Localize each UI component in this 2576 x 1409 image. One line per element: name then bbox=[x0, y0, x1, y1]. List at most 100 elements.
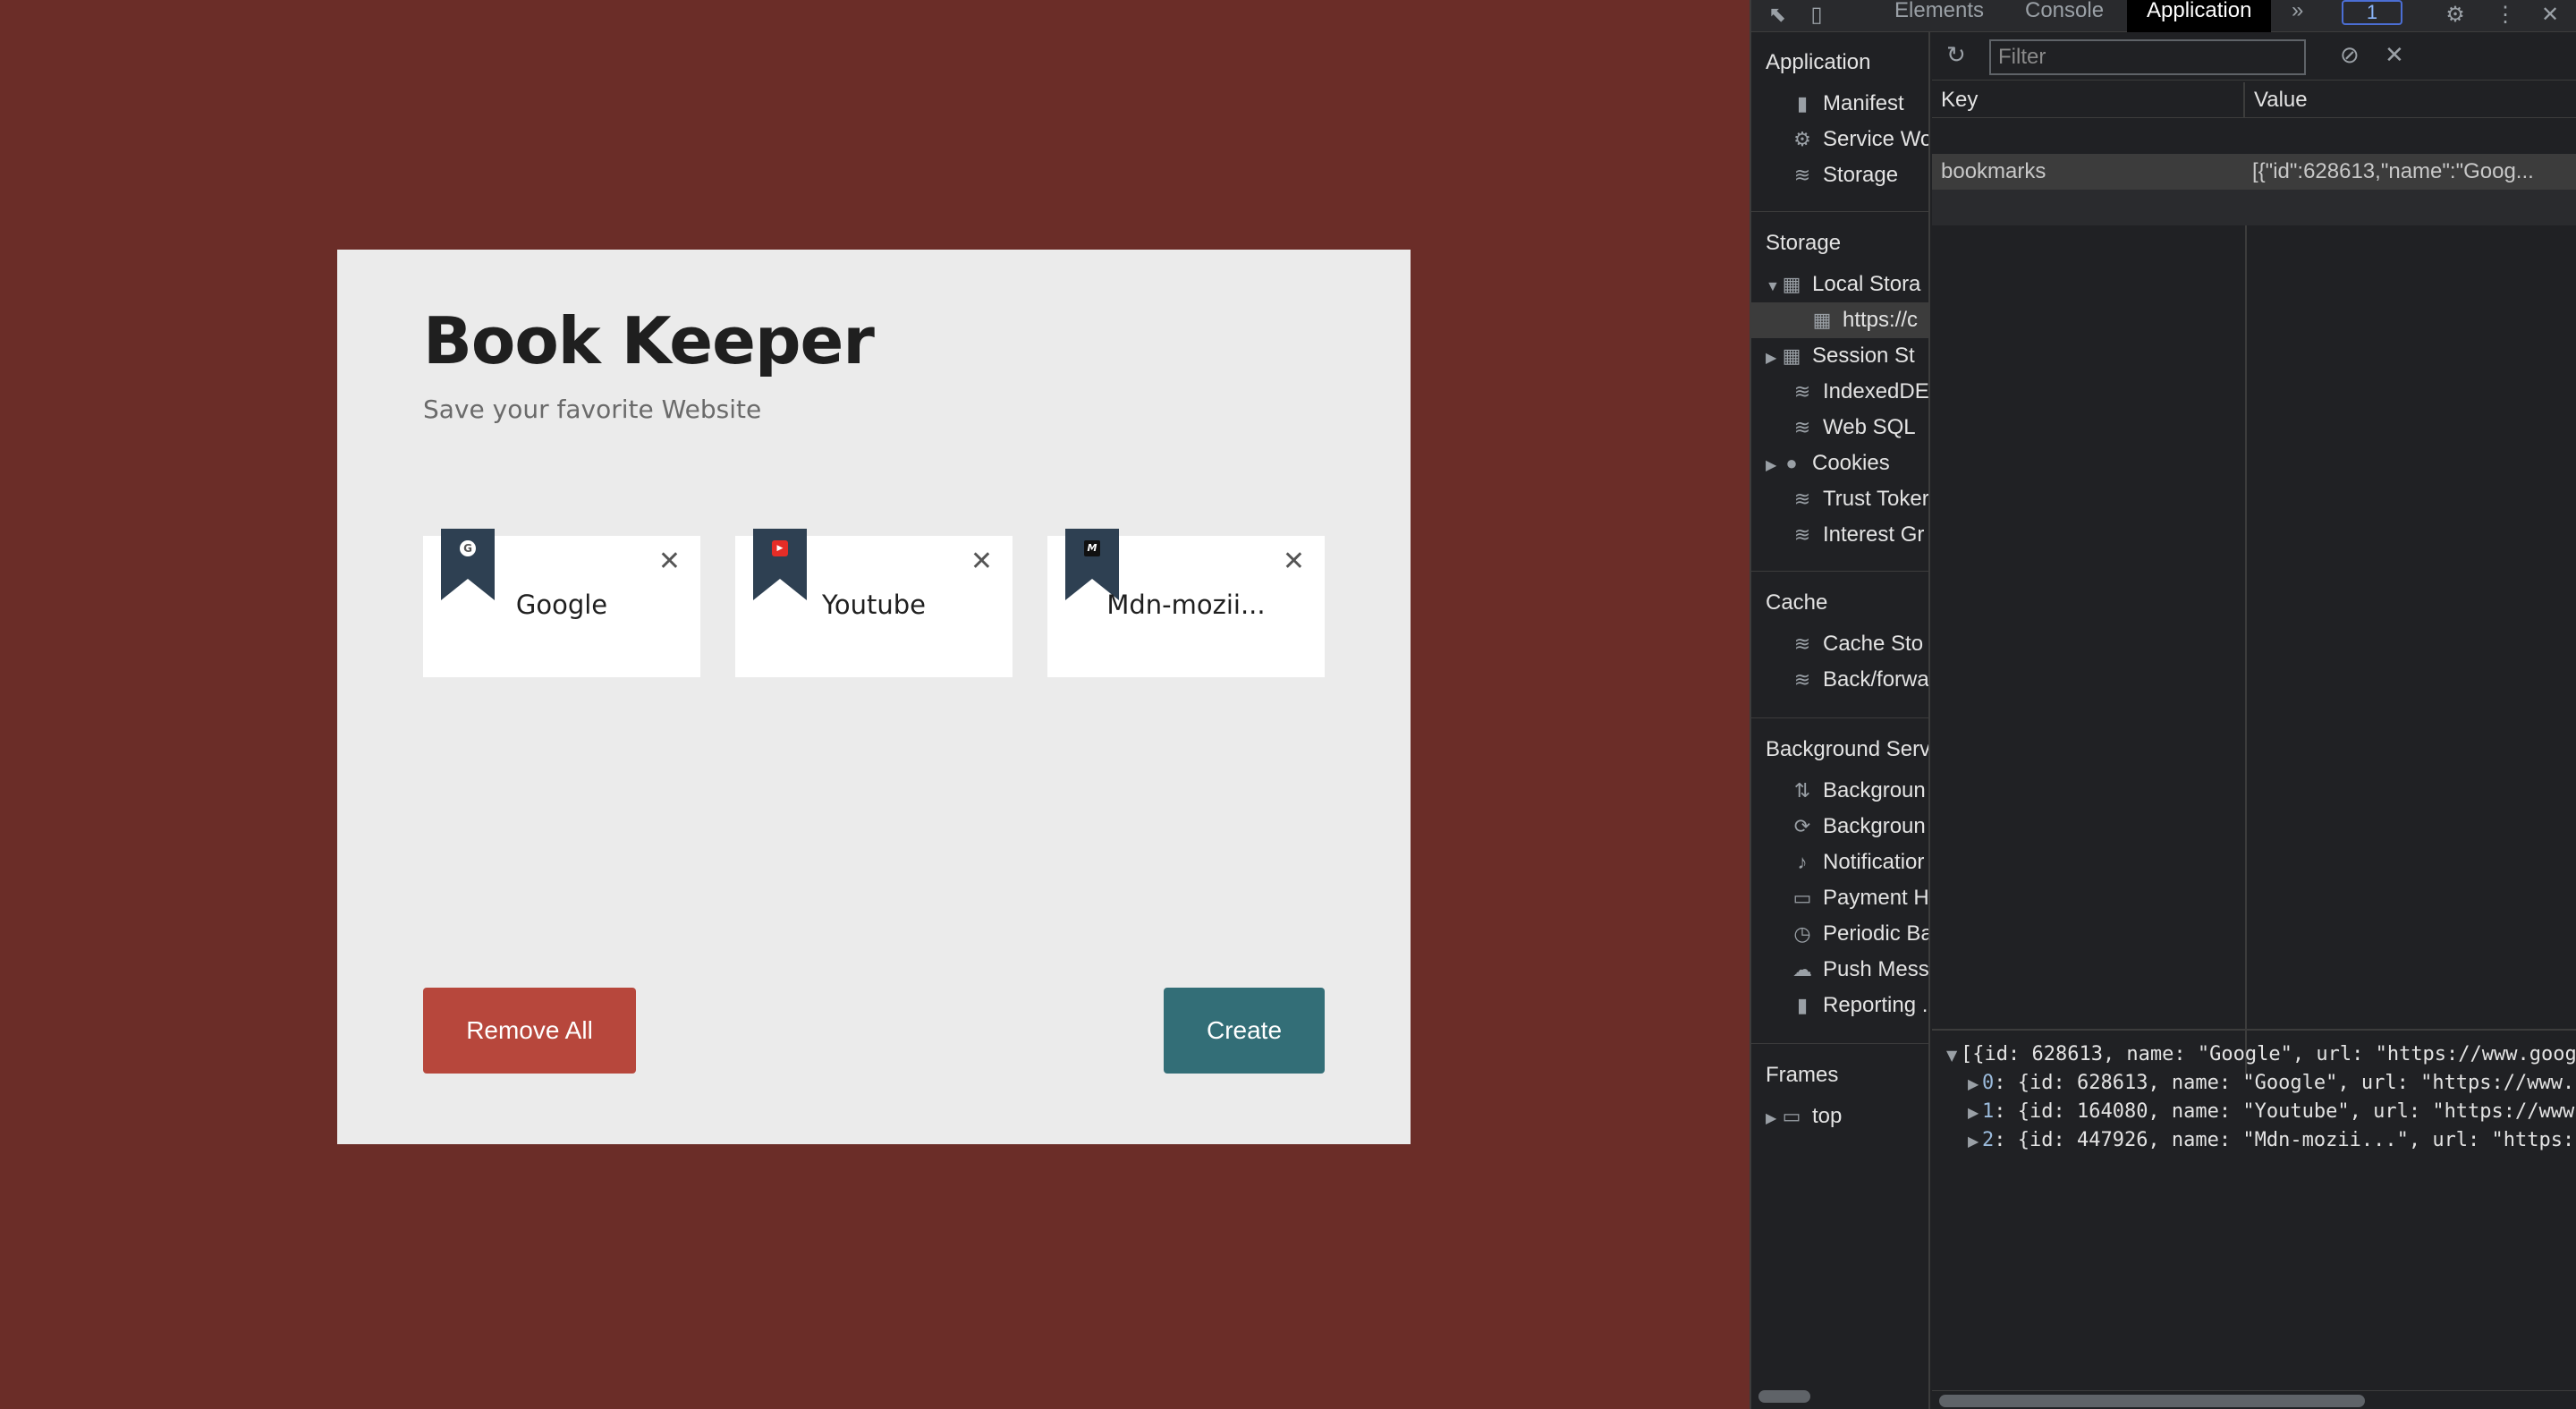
value-preview: ▼ [{id: 628613, name: "Google", url: "htt… bbox=[1932, 1029, 2576, 1409]
remove-all-button[interactable]: Remove All bbox=[423, 988, 636, 1074]
storage-table: Key Value bookmarks [{"id":628613,"name"… bbox=[1932, 82, 2576, 1079]
sidebar-section-background-services: Background Serv bbox=[1766, 737, 1930, 761]
collapse-arrow-icon[interactable]: ▼ bbox=[1946, 1047, 1961, 1064]
database-icon: ≋ bbox=[1793, 416, 1811, 438]
expand-arrow-icon[interactable]: ▶ bbox=[1766, 341, 1780, 377]
preview-item[interactable]: ▶ 2: {id: 447926, name: "Mdn-mozii...", u… bbox=[1968, 1129, 2574, 1151]
kebab-menu-icon[interactable]: ⋮ bbox=[2494, 4, 2517, 27]
inspect-element-icon[interactable]: ⬉ bbox=[1766, 4, 1789, 27]
table-grid-icon: ▦ bbox=[1812, 309, 1832, 331]
application-sidebar: Application ▮ Manifest ⚙ Service Wo ≋ Stora… bbox=[1751, 32, 1930, 1409]
database-icon: ≋ bbox=[1793, 632, 1811, 655]
sidebar-item-frame-top[interactable]: ▶ ▭ top bbox=[1766, 1099, 1842, 1134]
sidebar-item-reporting-api[interactable]: ▮ Reporting . bbox=[1791, 988, 1928, 1023]
sidebar-item-trust-tokens[interactable]: ≋ Trust Toker bbox=[1791, 481, 1928, 517]
file-icon: ▮ bbox=[1796, 92, 1809, 115]
delete-bookmark-button[interactable]: ✕ bbox=[970, 548, 993, 575]
sidebar-item-cache-storage[interactable]: ≋ Cache Sto bbox=[1791, 626, 1923, 662]
cookie-icon: ● bbox=[1785, 452, 1798, 474]
row-key[interactable]: bookmarks bbox=[1932, 154, 2245, 190]
database-icon: ≋ bbox=[1793, 164, 1811, 186]
preview-root[interactable]: ▼ [{id: 628613, name: "Google", url: "htt… bbox=[1946, 1043, 2576, 1065]
sidebar-item-session-storage[interactable]: ▶ ▦ Session St bbox=[1766, 338, 1915, 374]
bookmark-name[interactable]: Mdn-mozii... bbox=[1047, 590, 1325, 620]
sidebar-item-service-workers[interactable]: ⚙ Service Wo bbox=[1791, 122, 1928, 157]
devtools-toolbar: ⬉ ▯ Elements Console Application » 1 ⚙ ⋮… bbox=[1751, 0, 2576, 32]
sidebar-section-application: Application bbox=[1766, 50, 1871, 74]
storage-toolbar: ↻ ⊘ ✕ bbox=[1932, 32, 2576, 81]
bookmark-name[interactable]: Google bbox=[423, 590, 700, 620]
devtools-panel: ⬉ ▯ Elements Console Application » 1 ⚙ ⋮… bbox=[1750, 0, 2576, 1409]
column-header-value[interactable]: Value bbox=[2245, 82, 2576, 118]
web-page: Book Keeper Save your favorite Website G… bbox=[0, 0, 1750, 1409]
table-grid-icon: ▦ bbox=[1782, 344, 1801, 367]
file-icon: ▮ bbox=[1796, 994, 1809, 1016]
bookmark-card-youtube[interactable]: ▶ ✕ Youtube bbox=[735, 529, 1013, 677]
google-favicon-icon: G bbox=[460, 540, 476, 556]
tab-console[interactable]: Console bbox=[2025, 0, 2104, 32]
sidebar-section-storage: Storage bbox=[1766, 231, 1842, 255]
issues-count: 1 bbox=[2366, 1, 2378, 23]
sidebar-item-notifications[interactable]: ♪ Notificatior bbox=[1791, 845, 1925, 880]
tab-elements[interactable]: Elements bbox=[1894, 0, 1984, 32]
database-icon: ≋ bbox=[1793, 523, 1811, 546]
sidebar-item-payment-handler[interactable]: ▭ Payment H bbox=[1791, 880, 1928, 916]
sidebar-item-manifest[interactable]: ▮ Manifest bbox=[1791, 86, 1904, 122]
settings-gear-icon[interactable]: ⚙ bbox=[2444, 4, 2467, 27]
frame-window-icon: ▭ bbox=[1782, 1105, 1801, 1127]
refresh-icon[interactable]: ↻ bbox=[1946, 41, 1966, 69]
expand-arrow-icon[interactable]: ▶ bbox=[1766, 448, 1780, 484]
gear-icon: ⚙ bbox=[1793, 128, 1811, 150]
sidebar-section-cache: Cache bbox=[1766, 590, 1828, 615]
sidebar-item-background-sync[interactable]: ⟳ Backgroun bbox=[1791, 809, 1926, 845]
sidebar-item-web-sql[interactable]: ≋ Web SQL bbox=[1791, 410, 1916, 446]
device-toolbar-icon[interactable]: ▯ bbox=[1805, 4, 1828, 27]
scrollbar-thumb[interactable] bbox=[1939, 1395, 2365, 1407]
table-row-empty[interactable] bbox=[1932, 190, 2576, 225]
sidebar-item-periodic-sync[interactable]: ◷ Periodic Ba bbox=[1791, 916, 1928, 952]
expand-arrow-icon[interactable]: ▼ bbox=[1766, 269, 1780, 305]
expand-arrow-icon[interactable]: ▶ bbox=[1766, 1101, 1780, 1137]
close-devtools-icon[interactable]: ✕ bbox=[2538, 4, 2562, 27]
sidebar-section-frames: Frames bbox=[1766, 1063, 1839, 1087]
preview-item[interactable]: ▶ 1: {id: 164080, name: "Youtube", url: "… bbox=[1968, 1100, 2574, 1123]
more-tabs-icon[interactable]: » bbox=[2292, 0, 2303, 32]
bookmark-name[interactable]: Youtube bbox=[735, 590, 1013, 620]
up-down-arrows-icon: ⇅ bbox=[1793, 779, 1811, 802]
bookmark-card-mdn[interactable]: M ✕ Mdn-mozii... bbox=[1047, 529, 1325, 677]
sidebar-item-storage[interactable]: ≋ Storage bbox=[1791, 157, 1898, 193]
expand-arrow-icon[interactable]: ▶ bbox=[1968, 1075, 1982, 1092]
sidebar-item-local-storage[interactable]: ▼ ▦ Local Stora bbox=[1766, 267, 1920, 302]
preview-item[interactable]: ▶ 0: {id: 628613, name: "Google", url: "h… bbox=[1968, 1072, 2574, 1094]
clear-all-icon[interactable]: ⊘ bbox=[2340, 41, 2360, 69]
row-value[interactable]: [{"id":628613,"name":"Goog... bbox=[2245, 154, 2576, 190]
sidebar-item-push-messaging[interactable]: ☁ Push Mess bbox=[1791, 952, 1928, 988]
sidebar-item-indexeddb[interactable]: ≋ IndexedDE bbox=[1791, 374, 1928, 410]
issues-badge[interactable]: 1 bbox=[2342, 0, 2402, 25]
sidebar-item-background-fetch[interactable]: ⇅ Backgroun bbox=[1791, 773, 1926, 809]
tab-application[interactable]: Application bbox=[2127, 0, 2272, 32]
filter-input[interactable] bbox=[1989, 39, 2306, 75]
sidebar-item-cookies[interactable]: ▶ ● Cookies bbox=[1766, 446, 1890, 481]
delete-selected-icon[interactable]: ✕ bbox=[2385, 41, 2404, 69]
local-storage-view: ↻ ⊘ ✕ Key Value bookmarks [{"id":628613,… bbox=[1932, 32, 2576, 1409]
bookmark-card-google[interactable]: G ✕ Google bbox=[423, 529, 700, 677]
credit-card-icon: ▭ bbox=[1792, 887, 1812, 909]
expand-arrow-icon[interactable]: ▶ bbox=[1968, 1104, 1982, 1121]
delete-bookmark-button[interactable]: ✕ bbox=[1283, 548, 1305, 575]
sidebar-item-interest-groups[interactable]: ≋ Interest Gr bbox=[1791, 517, 1925, 553]
database-icon: ≋ bbox=[1793, 668, 1811, 691]
delete-bookmark-button[interactable]: ✕ bbox=[658, 548, 681, 575]
sync-icon: ⟳ bbox=[1793, 815, 1811, 837]
bell-icon: ♪ bbox=[1797, 851, 1808, 873]
mdn-favicon-icon: M bbox=[1084, 540, 1100, 556]
expand-arrow-icon[interactable]: ▶ bbox=[1968, 1133, 1982, 1150]
create-button[interactable]: Create bbox=[1164, 988, 1325, 1074]
sidebar-scrollbar[interactable] bbox=[1758, 1390, 1810, 1403]
table-row[interactable]: bookmarks [{"id":628613,"name":"Goog... bbox=[1932, 154, 2576, 190]
column-header-key[interactable]: Key bbox=[1932, 82, 2245, 118]
page-title: Book Keeper bbox=[423, 303, 875, 378]
sidebar-item-back-forward-cache[interactable]: ≋ Back/forwa bbox=[1791, 662, 1928, 698]
sidebar-item-local-storage-origin[interactable]: ▦ https://c bbox=[1751, 302, 1928, 338]
horizontal-scrollbar[interactable] bbox=[1932, 1390, 2576, 1409]
